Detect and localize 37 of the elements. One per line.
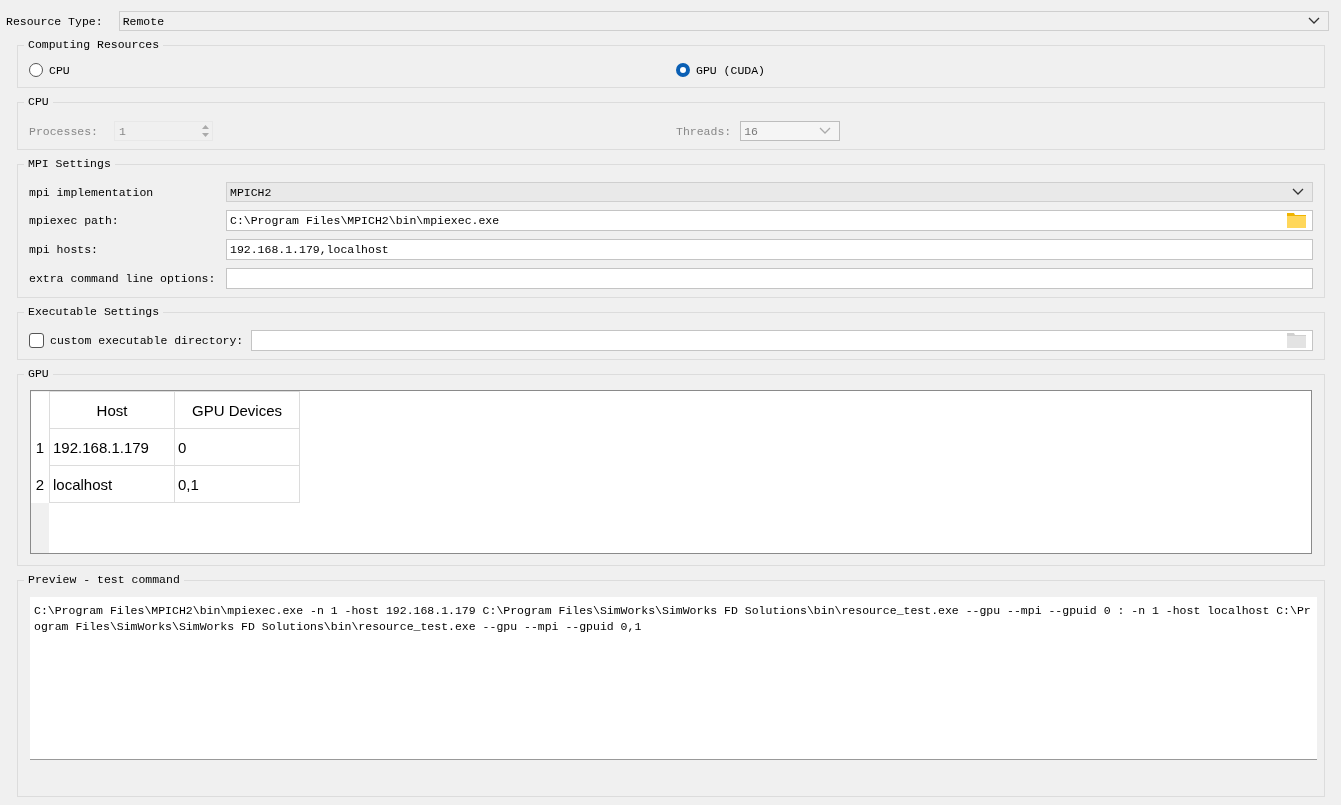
mpi-implementation-dropdown[interactable]: MPICH2	[226, 182, 1313, 202]
radio-button[interactable]	[676, 63, 690, 77]
table-cell: 192.168.1.179	[49, 428, 175, 466]
folder-icon	[1287, 213, 1306, 228]
chevron-down-icon	[1308, 17, 1320, 25]
chevron-down-icon	[819, 127, 832, 135]
table-cell: 0,1	[174, 465, 300, 503]
group-title: Computing Resources	[24, 37, 164, 53]
field-label: Resource Type:	[6, 14, 103, 28]
field-label: extra command line options:	[29, 272, 217, 285]
table-cell: 0	[174, 428, 300, 466]
group-title: MPI Settings	[24, 156, 115, 172]
group-title: Executable Settings	[24, 304, 164, 320]
command-preview: C:\Program Files\MPICH2\bin\mpiexec.exe -n 1 -host 192.168.1.179 C:\Program Files\SimWorks\SimWorks FD Solutions\bin\resource_test.exe --gpu --mpi --gpuid 0 : -n 1 -host localhost C:\Program Files\SimWorks\SimWorks FD Solutions\bin\resource_test.exe --gpu --mpi --gpuid 0,1	[30, 597, 1317, 760]
row-number: 2	[31, 465, 50, 503]
input-field[interactable]	[226, 268, 1313, 289]
radio-button[interactable]	[29, 63, 43, 77]
folder-icon	[1287, 333, 1306, 348]
column-header[interactable]: Host	[49, 391, 175, 429]
field-label: Threads:	[676, 124, 732, 138]
path-field[interactable]: C:\Program Files\MPICH2\bin\mpiexec.exe	[226, 210, 1313, 231]
field-label: mpi hosts:	[29, 243, 99, 256]
field-label: mpi implementation	[29, 185, 155, 199]
field-label: Processes:	[29, 124, 98, 138]
row-number: 1	[31, 428, 50, 466]
directory-field[interactable]	[251, 330, 1313, 351]
input-field[interactable]: 192.168.1.179,localhost	[226, 239, 1313, 260]
checkbox[interactable]	[29, 333, 44, 348]
radio-option[interactable]: CPU	[29, 61, 676, 79]
resource-type-dropdown[interactable]: Remote	[118, 11, 1329, 31]
field-label: mpiexec path:	[29, 214, 120, 227]
custom-directory-checkbox[interactable]: custom executable directory:	[29, 331, 244, 350]
table-cell: localhost	[49, 465, 175, 503]
chevron-down-icon	[1292, 188, 1304, 196]
radio-option[interactable]: GPU (CUDA)	[676, 61, 1313, 79]
column-header[interactable]: GPU Devices	[174, 391, 300, 429]
spinner-arrows-icon	[201, 123, 210, 139]
